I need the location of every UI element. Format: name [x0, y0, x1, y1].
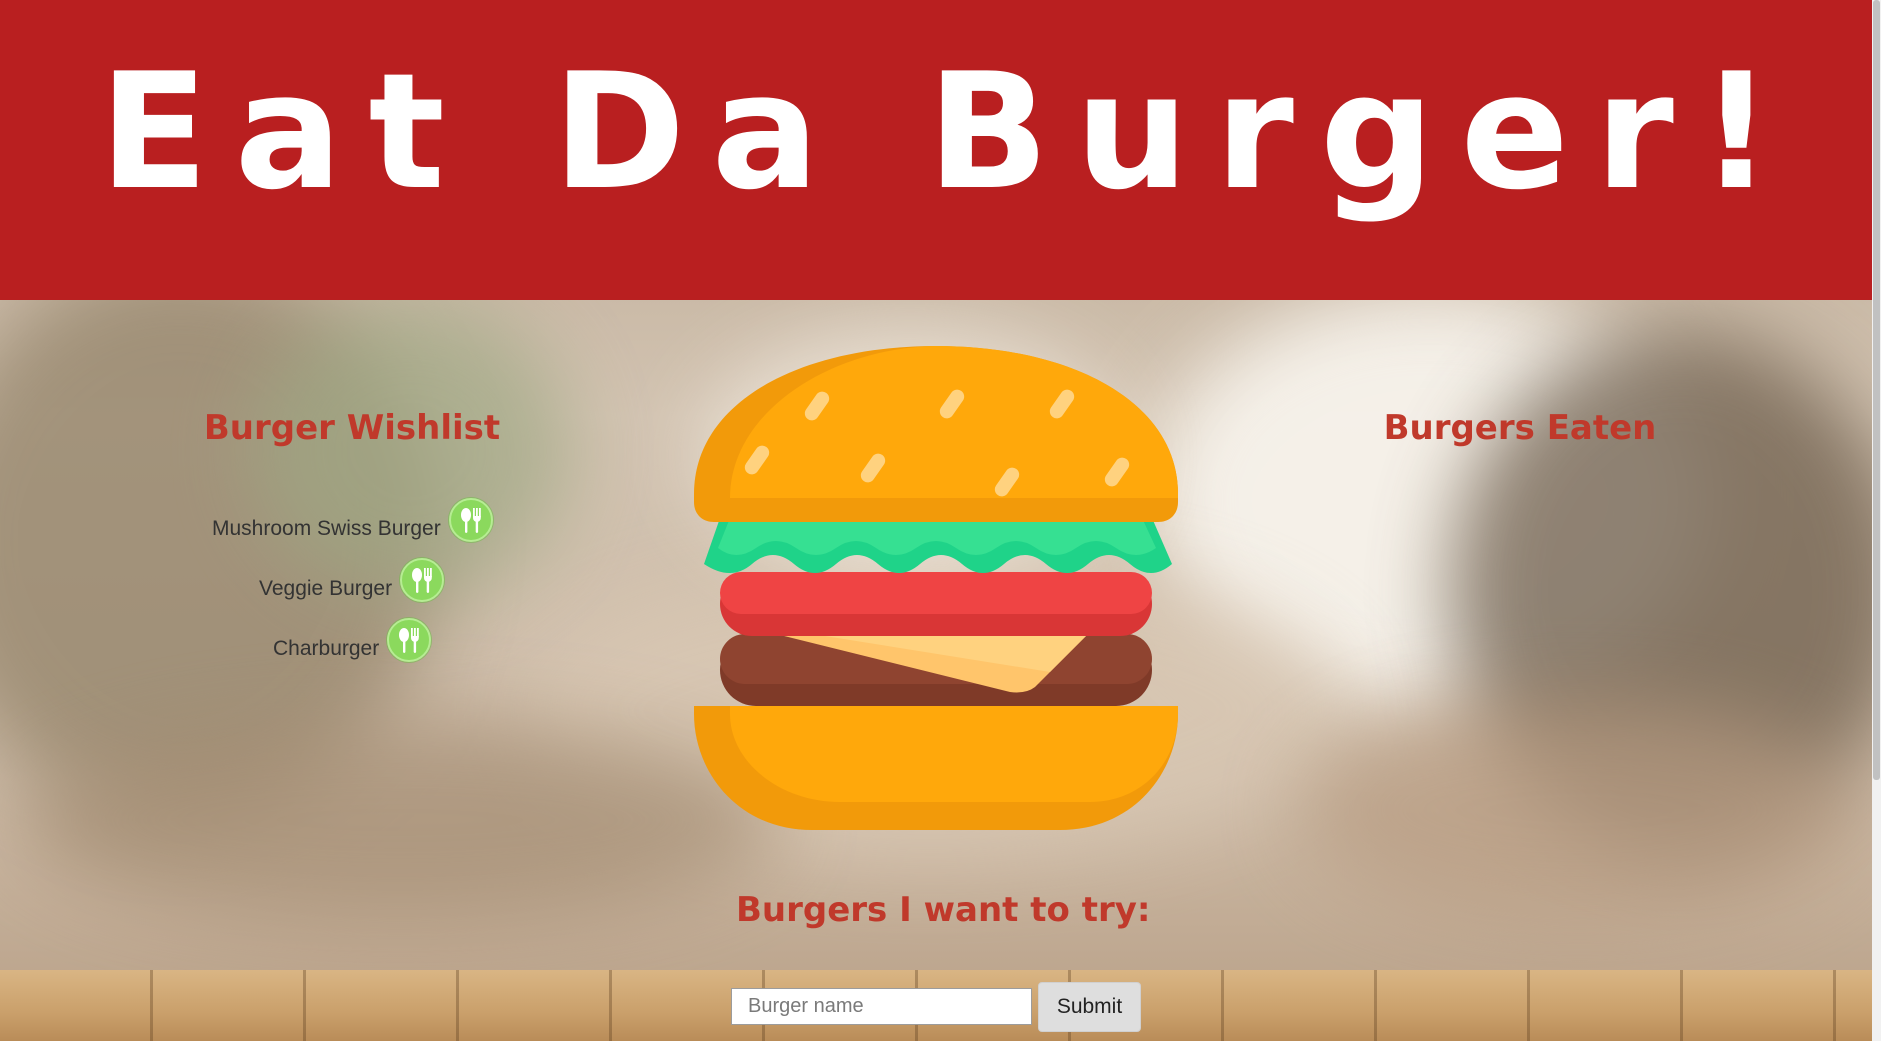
- burger-name-input[interactable]: [731, 988, 1032, 1025]
- wishlist-item: Charburger: [273, 618, 432, 662]
- wishlist-item-label: Charburger: [273, 637, 380, 660]
- fork-knife-icon: [460, 508, 481, 533]
- site-title: Eat Da Burger!: [99, 38, 1799, 225]
- burger-icon: [694, 346, 1178, 830]
- fork-knife-icon: [412, 568, 432, 593]
- site-header: Eat Da Burger!: [0, 0, 1872, 300]
- scrollbar-thumb[interactable]: [1873, 0, 1880, 780]
- devour-button[interactable]: [400, 558, 445, 602]
- fork-knife-icon: [399, 628, 420, 653]
- wishlist-item: Mushroom Swiss Burger: [212, 498, 493, 542]
- scrollbar[interactable]: [1872, 0, 1881, 1041]
- eaten-heading: Burgers Eaten: [1383, 408, 1657, 448]
- form-heading: Burgers I want to try:: [736, 890, 1151, 930]
- submit-button[interactable]: Submit: [1038, 982, 1141, 1032]
- wishlist-item-label: Mushroom Swiss Burger: [212, 517, 441, 540]
- wishlist-item: Veggie Burger: [259, 558, 445, 602]
- wishlist-item-label: Veggie Burger: [259, 577, 393, 600]
- devour-button[interactable]: [448, 498, 493, 542]
- wishlist-heading: Burger Wishlist: [203, 408, 501, 448]
- devour-button[interactable]: [387, 618, 432, 662]
